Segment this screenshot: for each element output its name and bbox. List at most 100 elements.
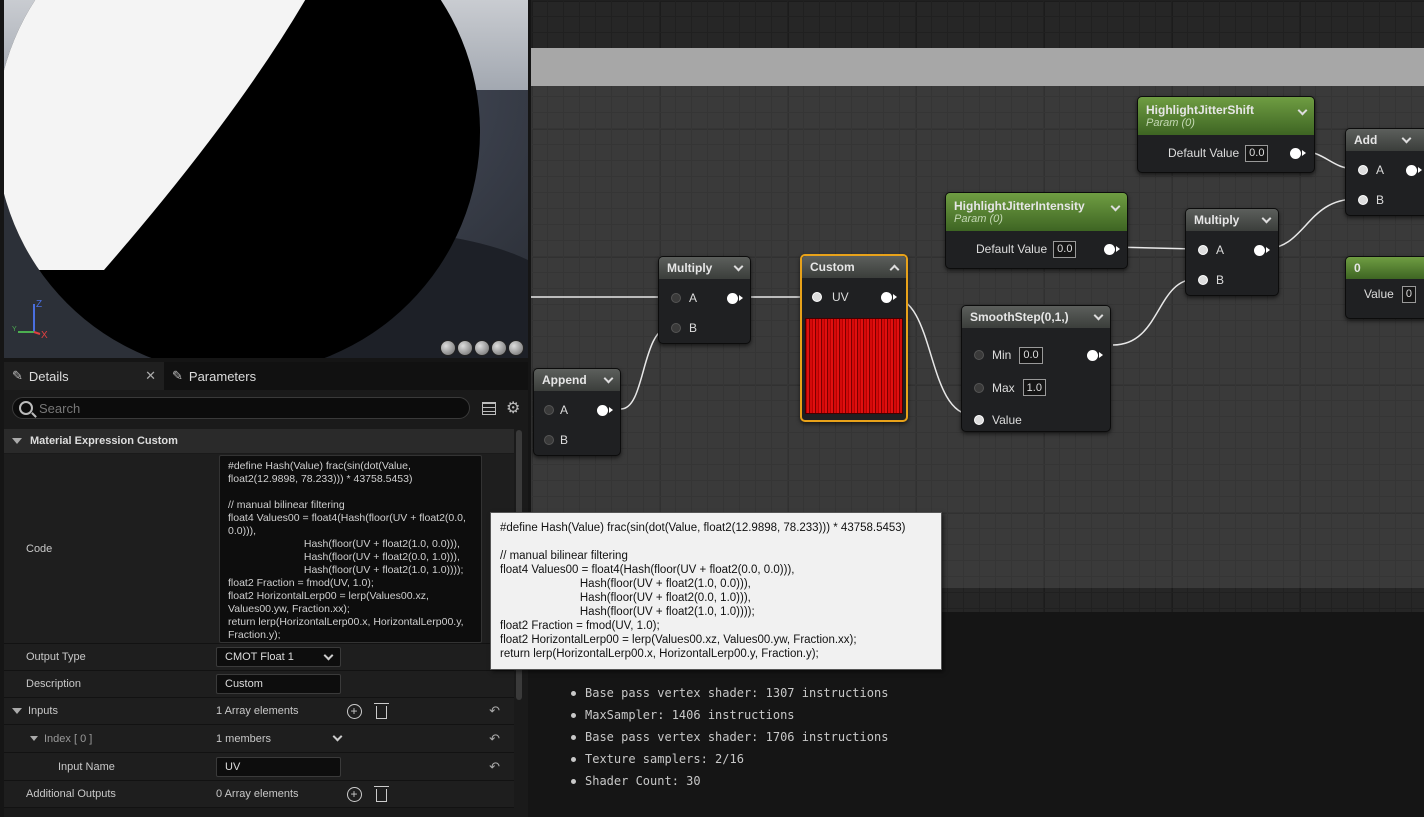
chevron-down-icon[interactable] <box>1401 133 1412 143</box>
trash-icon[interactable] <box>373 702 389 719</box>
stats-list: Base pass vertex shader: 1307 instructio… <box>571 682 888 792</box>
section-material-expression-custom[interactable]: Material Expression Custom <box>4 429 514 453</box>
node-header[interactable]: HighlightJitterShift Param (0) <box>1138 97 1314 135</box>
node-header[interactable]: SmoothStep(0,1,) <box>962 306 1110 328</box>
node-header[interactable]: Multiply <box>659 257 750 279</box>
chevron-down-icon[interactable] <box>1297 105 1308 116</box>
preview-mesh-buttons <box>440 340 524 356</box>
node-header[interactable]: 0 <box>1346 257 1424 279</box>
input-pin-icon[interactable] <box>671 323 681 333</box>
input-pin-icon[interactable] <box>974 350 984 360</box>
sphere-mesh-icon[interactable] <box>457 340 473 356</box>
output-type-dropdown[interactable]: CMOT Float 1 <box>216 647 341 667</box>
node-header[interactable]: Custom <box>802 256 906 278</box>
default-value-field[interactable]: 0.0 <box>1053 240 1077 258</box>
plane-mesh-icon[interactable] <box>474 340 490 356</box>
chevron-down-icon[interactable] <box>1093 310 1104 320</box>
pin-row-min: Min 0.0 <box>962 340 1110 370</box>
pin-label: A <box>560 403 569 417</box>
reset-icon[interactable]: ↶ <box>489 703 500 719</box>
pin-label: A <box>1376 163 1385 177</box>
collapse-arrow-icon <box>12 438 22 444</box>
output-type-row: Output Type CMOT Float 1 <box>4 644 514 671</box>
chevron-down-icon[interactable] <box>733 261 744 271</box>
chevron-up-icon[interactable] <box>889 264 900 274</box>
input-pin-icon[interactable] <box>1198 245 1208 255</box>
chevron-down-icon[interactable] <box>332 731 343 742</box>
input-pin-icon[interactable] <box>544 435 554 445</box>
input-pin-icon[interactable] <box>1198 275 1208 285</box>
tab-details[interactable]: ✎ Details ✕ <box>4 362 164 390</box>
output-pin-icon[interactable] <box>727 292 743 304</box>
cube-mesh-icon[interactable] <box>491 340 507 356</box>
tab-details-label: Details <box>28 368 69 384</box>
axis-gizmo-icon: Z X Y <box>12 299 48 340</box>
node-multiply[interactable]: Multiply A B <box>658 256 751 344</box>
output-pin-icon[interactable] <box>597 404 613 416</box>
pin-label: B <box>1216 273 1225 287</box>
tab-parameters[interactable]: ✎ Parameters <box>164 362 264 390</box>
min-value-field[interactable]: 0.0 <box>1019 346 1043 364</box>
chevron-down-icon[interactable] <box>603 373 614 383</box>
expand-arrow-icon[interactable] <box>12 708 22 714</box>
input-name-label: Input Name <box>58 760 115 773</box>
gear-icon[interactable]: ⚙ <box>506 398 520 418</box>
add-element-icon[interactable]: + <box>346 703 362 719</box>
node-add[interactable]: Add A B <box>1345 128 1424 216</box>
output-pin-icon[interactable] <box>1290 147 1306 159</box>
node-subtitle: Param (0) <box>954 213 1003 225</box>
chevron-down-icon[interactable] <box>1110 201 1121 212</box>
teapot-mesh-icon[interactable] <box>508 340 524 356</box>
trash-icon[interactable] <box>373 785 389 802</box>
search-input[interactable]: Search <box>12 397 470 419</box>
reset-icon[interactable]: ↶ <box>489 759 500 775</box>
code-textarea[interactable]: #define Hash(Value) frac(sin(dot(Value, … <box>219 455 482 643</box>
node-smoothstep[interactable]: SmoothStep(0,1,) Min 0.0 Max 1.0 Value <box>961 305 1111 432</box>
max-value-field[interactable]: 1.0 <box>1022 379 1046 396</box>
input-name-field[interactable]: UV <box>216 756 341 777</box>
pin-label: Default Value <box>976 242 1048 256</box>
node-title: Multiply <box>667 261 713 275</box>
output-pin-icon[interactable] <box>1254 244 1270 256</box>
additional-outputs-count: 0 Array elements <box>216 788 299 800</box>
input-pin-icon[interactable] <box>812 292 822 302</box>
description-row: Description Custom <box>4 671 514 698</box>
pin-label: B <box>689 321 698 335</box>
default-value-field[interactable]: 0.0 <box>1245 144 1269 162</box>
node-multiply-2[interactable]: Multiply A B <box>1185 208 1279 296</box>
description-field[interactable]: Custom <box>216 674 341 694</box>
table-view-icon[interactable] <box>482 401 496 415</box>
node-append[interactable]: Append A B <box>533 368 621 456</box>
node-header[interactable]: Append <box>534 369 620 391</box>
add-element-icon[interactable]: + <box>346 786 362 802</box>
input-pin-icon[interactable] <box>1358 165 1368 175</box>
node-header[interactable]: Multiply <box>1186 209 1278 231</box>
node-highlight-jitter-intensity[interactable]: HighlightJitterIntensity Param (0) Defau… <box>945 192 1128 269</box>
output-pin-icon[interactable] <box>881 291 897 303</box>
pin-row-b: B <box>534 425 620 455</box>
input-pin-icon[interactable] <box>1358 195 1368 205</box>
node-constant[interactable]: 0 Value 0 <box>1345 256 1424 319</box>
node-preview-thumbnail <box>805 318 903 414</box>
pin-row-b: B <box>1186 265 1278 295</box>
output-pin-icon[interactable] <box>1087 349 1103 361</box>
input-pin-icon[interactable] <box>544 405 554 415</box>
output-pin-icon[interactable] <box>1104 243 1120 255</box>
close-icon[interactable]: ✕ <box>145 368 156 384</box>
input-pin-icon[interactable] <box>974 415 984 425</box>
node-custom[interactable]: Custom UV <box>800 254 908 422</box>
expand-arrow-icon[interactable] <box>30 736 38 741</box>
node-header[interactable]: HighlightJitterIntensity Param (0) <box>946 193 1127 231</box>
value-field[interactable]: 0 <box>1401 285 1416 303</box>
cylinder-mesh-icon[interactable] <box>440 340 456 356</box>
code-label: Code <box>26 542 53 555</box>
output-pin-icon[interactable] <box>1406 164 1422 176</box>
chevron-down-icon[interactable] <box>1261 213 1272 223</box>
preview-viewport[interactable]: Z X Y <box>4 0 528 358</box>
reset-icon[interactable]: ↶ <box>489 731 500 747</box>
node-highlight-jitter-shift[interactable]: HighlightJitterShift Param (0) Default V… <box>1137 96 1315 173</box>
node-header[interactable]: Add <box>1346 129 1424 151</box>
pin-label: Default Value <box>1168 146 1240 160</box>
input-pin-icon[interactable] <box>671 293 681 303</box>
input-pin-icon[interactable] <box>974 382 984 393</box>
